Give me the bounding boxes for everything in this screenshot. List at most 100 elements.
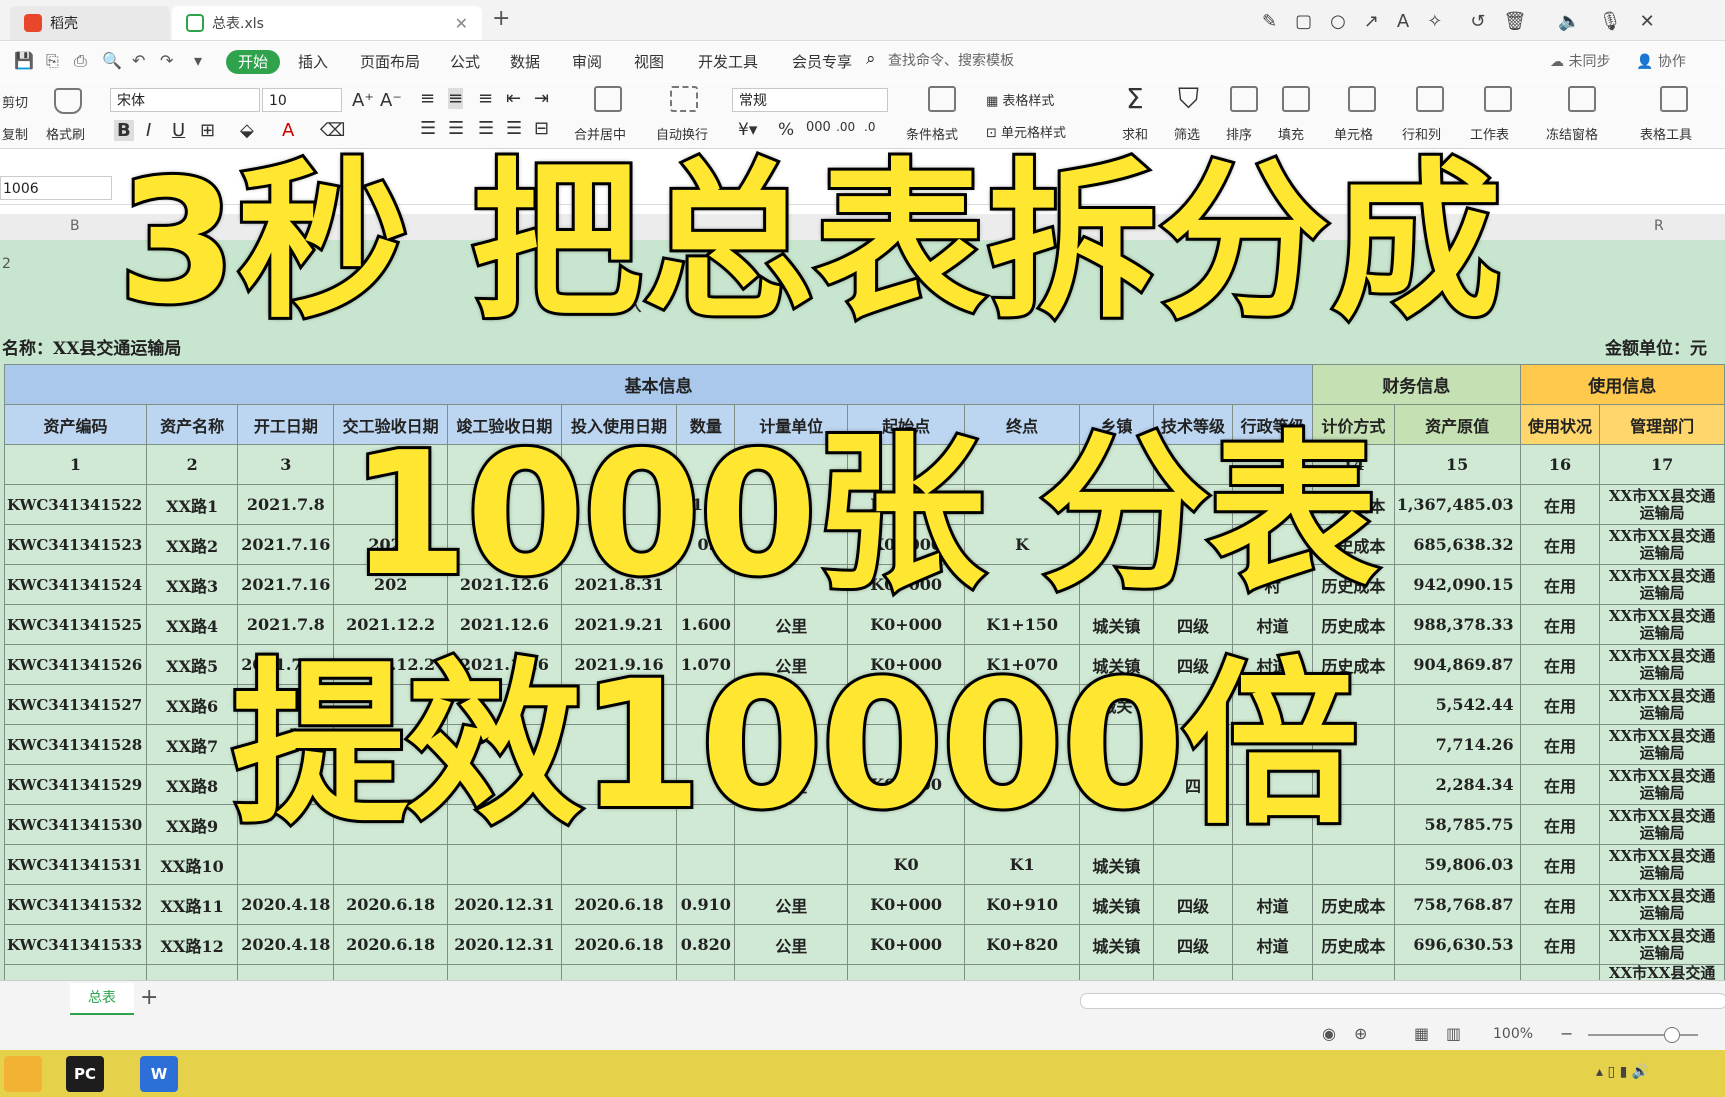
table-cell[interactable]: 2020.6.18 <box>560 884 678 925</box>
table-cell[interactable]: XX市XX县交通运输局 <box>1599 604 1725 645</box>
table-cell[interactable]: 在用 <box>1519 764 1601 805</box>
column-b[interactable]: B <box>70 218 80 234</box>
table-cell[interactable]: KWC341341531 <box>4 844 147 885</box>
table-cell[interactable]: 7,714.26 <box>1393 724 1521 765</box>
table-cell[interactable]: K1 <box>964 844 1081 885</box>
tray-icons[interactable]: ▴ ▯ ▮ 🔊 <box>1596 1064 1649 1080</box>
table-cell[interactable]: XX市XX县交通运输局 <box>1599 644 1725 685</box>
table-cell[interactable]: 公里 <box>734 924 849 965</box>
index-cell[interactable]: 15 <box>1393 444 1521 485</box>
menu-page-layout[interactable]: 页面布局 <box>360 50 420 74</box>
table-cell[interactable] <box>1312 844 1395 885</box>
wrap-text-button[interactable]: 自动换行 <box>656 124 708 143</box>
italic-icon[interactable]: I <box>146 120 151 141</box>
index-cell[interactable]: 17 <box>1599 444 1725 485</box>
cell-style-button[interactable]: ⊡ 单元格样式 <box>986 122 1066 141</box>
border-icon[interactable]: ⊞ <box>200 120 215 141</box>
clear-icon[interactable]: ⌫ <box>320 120 345 141</box>
table-cell[interactable]: 城关镇 <box>1079 844 1154 885</box>
fill-color-icon[interactable]: ⬙ <box>240 120 254 141</box>
font-color-icon[interactable]: A <box>282 120 294 141</box>
name-box[interactable]: 1006 <box>0 176 112 200</box>
table-cell[interactable]: 在用 <box>1519 804 1601 845</box>
print-icon[interactable]: ⎙ <box>74 51 87 71</box>
table-cell[interactable] <box>676 844 736 885</box>
index-cell[interactable]: 2 <box>145 444 239 485</box>
speaker-icon[interactable]: 🔈 <box>1558 11 1580 32</box>
sort-button[interactable]: 排序 <box>1226 124 1252 143</box>
header-cell[interactable]: 资产原值 <box>1393 404 1521 445</box>
circle-icon[interactable]: ○ <box>1330 11 1346 32</box>
table-cell[interactable]: XX市XX县交通运输局 <box>1599 684 1725 725</box>
table-cell[interactable]: KWC341341528 <box>4 724 147 765</box>
table-cell[interactable]: KWC341341524 <box>4 564 147 605</box>
align-right-icon[interactable]: ☰ <box>478 118 494 139</box>
table-cell[interactable]: XX市XX县交通运输局 <box>1599 804 1725 845</box>
table-cell[interactable]: 2020.6.18 <box>333 884 448 925</box>
font-size-select[interactable]: 10 <box>262 88 342 112</box>
table-cell[interactable]: XX市XX县交通运输局 <box>1599 724 1725 765</box>
justify-icon[interactable]: ☰ <box>506 118 522 139</box>
table-cell[interactable]: 在用 <box>1519 644 1601 685</box>
table-cell[interactable]: 在用 <box>1519 724 1601 765</box>
menu-data[interactable]: 数据 <box>510 50 540 74</box>
table-cell[interactable]: 758,768.87 <box>1393 884 1521 925</box>
bold-icon[interactable]: B <box>114 120 134 141</box>
table-cell[interactable]: XX路2 <box>145 524 239 565</box>
table-cell[interactable]: XX市XX县交通运输局 <box>1599 564 1725 605</box>
table-cell[interactable]: 四级 <box>1152 884 1234 925</box>
table-cell[interactable] <box>237 844 335 885</box>
add-sheet-button[interactable]: + <box>140 985 158 1010</box>
close-icon[interactable]: ✕ <box>455 14 468 33</box>
table-cell[interactable]: 59,806.03 <box>1393 844 1521 885</box>
header-cell[interactable]: 资产名称 <box>145 404 239 445</box>
table-cell[interactable]: 在用 <box>1519 484 1601 525</box>
table-cell[interactable]: 904,869.87 <box>1393 644 1521 685</box>
increase-font-icon[interactable]: A⁺ <box>352 90 374 111</box>
table-cell[interactable]: 2020.6.18 <box>560 924 678 965</box>
menu-formula[interactable]: 公式 <box>450 50 480 74</box>
pen-icon[interactable]: ✎ <box>1262 11 1277 32</box>
thousand-icon[interactable]: 000 <box>806 120 831 135</box>
align-middle-icon[interactable]: ≡ <box>448 88 464 109</box>
font-select[interactable]: 宋体 <box>110 88 260 112</box>
menu-view[interactable]: 视图 <box>634 50 664 74</box>
table-cell[interactable]: 2020.12.31 <box>446 924 562 965</box>
table-cell[interactable]: 2020.12.31 <box>446 884 562 925</box>
table-cell[interactable] <box>734 844 849 885</box>
folder-icon[interactable] <box>4 1056 42 1092</box>
zoom-out-icon[interactable]: − <box>1560 1024 1573 1043</box>
input-method-icon[interactable]: ⊕ <box>1354 1024 1367 1043</box>
header-cell[interactable]: 使用状况 <box>1519 404 1601 445</box>
index-cell[interactable]: 16 <box>1519 444 1601 485</box>
group-use-info[interactable]: 使用信息 <box>1519 364 1725 405</box>
table-cell[interactable]: 942,090.15 <box>1393 564 1521 605</box>
command-search[interactable]: 查找命令、搜索模板 <box>888 50 1014 70</box>
eye-icon[interactable]: ◉ <box>1322 1024 1336 1043</box>
underline-icon[interactable]: U <box>172 120 185 141</box>
freeze-button[interactable]: 冻结窗格 <box>1546 124 1598 143</box>
align-top-icon[interactable]: ≡ <box>420 88 435 109</box>
table-cell[interactable]: 1,367,485.03 <box>1393 484 1521 525</box>
save-icon[interactable]: 💾 <box>14 51 34 70</box>
sheet-tab-total[interactable]: 总表 <box>70 983 134 1015</box>
table-cell[interactable]: XX路11 <box>145 884 239 925</box>
align-bottom-icon[interactable]: ≡ <box>478 88 493 109</box>
preview-icon[interactable]: 🔍 <box>102 51 122 70</box>
table-cell[interactable]: 58,785.75 <box>1393 804 1521 845</box>
zoom-slider[interactable] <box>1588 1034 1698 1036</box>
table-cell[interactable]: 2021.7.8 <box>237 484 335 525</box>
table-cell[interactable]: 城关镇 <box>1079 884 1154 925</box>
format-painter-button[interactable]: 格式刷 <box>46 124 85 143</box>
collab-button[interactable]: 👤 协作 <box>1636 50 1686 74</box>
table-cell[interactable] <box>333 844 448 885</box>
table-cell[interactable]: XX市XX县交通运输局 <box>1599 764 1725 805</box>
table-cell[interactable]: KWC341341526 <box>4 644 147 685</box>
table-cell[interactable]: XX市XX县交通运输局 <box>1599 484 1725 525</box>
tab-file-total[interactable]: 总表.xls ✕ <box>172 6 482 40</box>
align-left-icon[interactable]: ☰ <box>420 118 436 139</box>
table-cell[interactable]: K0 <box>847 844 966 885</box>
table-cell[interactable]: KWC341341523 <box>4 524 147 565</box>
header-cell[interactable]: 资产编码 <box>4 404 147 445</box>
table-cell[interactable]: XX市XX县交通运输局 <box>1599 884 1725 925</box>
